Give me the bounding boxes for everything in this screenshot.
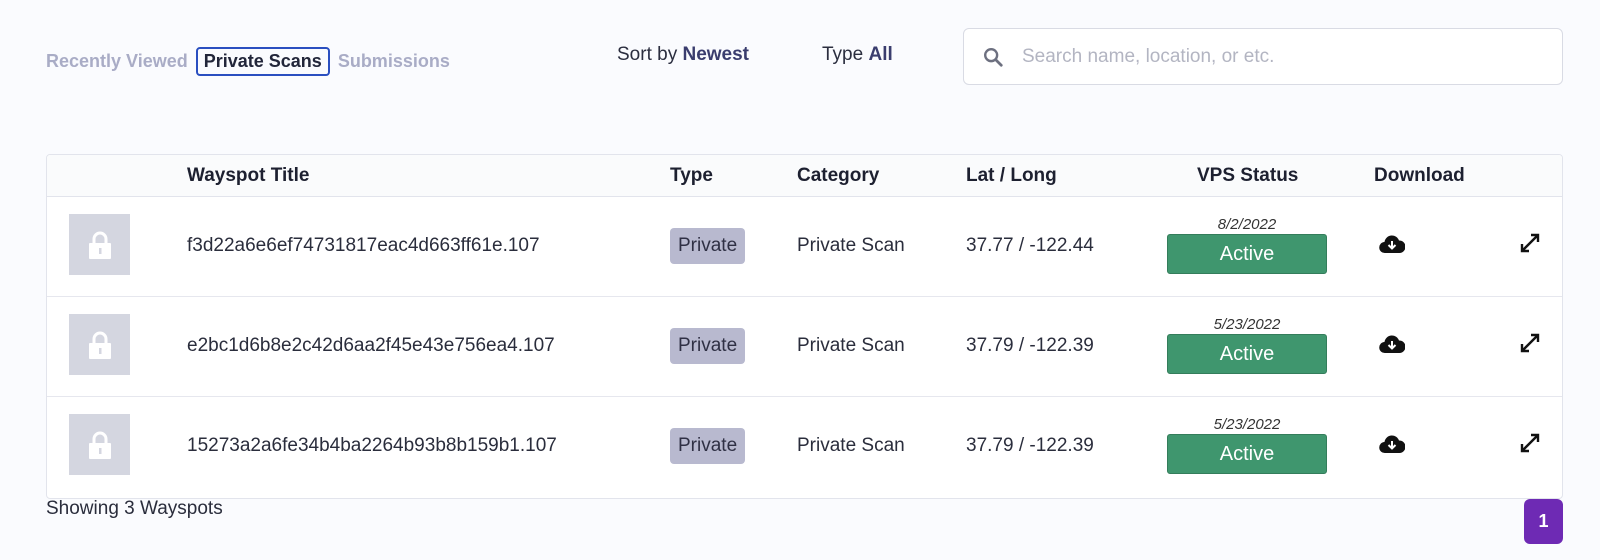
expand-icon[interactable] bbox=[1519, 332, 1541, 354]
sort-prefix: Sort by bbox=[617, 44, 678, 65]
wayspot-table: Wayspot Title Type Category Lat / Long V… bbox=[46, 154, 1563, 499]
search-icon bbox=[984, 47, 1003, 67]
header-type: Type bbox=[670, 165, 713, 186]
category-cell: Private Scan bbox=[797, 335, 905, 356]
wayspot-thumbnail bbox=[69, 214, 130, 275]
table-row[interactable]: f3d22a6e6ef74731817eac4d663ff61e.107 Pri… bbox=[47, 197, 1562, 297]
wayspot-title[interactable]: e2bc1d6b8e2c42d6aa2f45e43e756ea4.107 bbox=[187, 335, 555, 357]
wayspot-thumbnail bbox=[69, 314, 130, 375]
cloud-download-icon[interactable] bbox=[1379, 234, 1405, 254]
table-header: Wayspot Title Type Category Lat / Long V… bbox=[47, 155, 1562, 197]
table-row[interactable]: e2bc1d6b8e2c42d6aa2f45e43e756ea4.107 Pri… bbox=[47, 297, 1562, 397]
cloud-download-icon[interactable] bbox=[1379, 434, 1405, 454]
vps-date: 5/23/2022 bbox=[1213, 416, 1281, 433]
tab-private-scans[interactable]: Private Scans bbox=[195, 47, 330, 76]
vps-status-badge: Active bbox=[1167, 434, 1327, 474]
lock-icon bbox=[88, 431, 111, 459]
results-count: Showing 3 Wayspots bbox=[46, 498, 223, 519]
table-row[interactable]: 15273a2a6fe34b4ba2264b93b8b159b1.107 Pri… bbox=[47, 397, 1562, 497]
expand-icon[interactable] bbox=[1519, 232, 1541, 254]
vps-date: 5/23/2022 bbox=[1213, 316, 1281, 333]
lock-icon bbox=[88, 331, 111, 359]
type-badge: Private bbox=[670, 428, 746, 464]
page-button-1[interactable]: 1 bbox=[1524, 499, 1563, 544]
cloud-download-icon[interactable] bbox=[1379, 334, 1405, 354]
type-filter-dropdown[interactable]: Type All bbox=[822, 44, 893, 66]
search-input[interactable] bbox=[1020, 44, 1540, 69]
vps-status-badge: Active bbox=[1167, 234, 1327, 274]
header-category: Category bbox=[797, 165, 880, 186]
header-vps-status: VPS Status bbox=[1197, 165, 1299, 186]
tab-recently-viewed[interactable]: Recently Viewed bbox=[46, 51, 188, 72]
type-badge: Private bbox=[670, 328, 746, 364]
sort-value: Newest bbox=[682, 44, 750, 65]
lat-long-cell: 37.79 / -122.39 bbox=[966, 435, 1094, 456]
wayspot-title[interactable]: f3d22a6e6ef74731817eac4d663ff61e.107 bbox=[187, 235, 540, 257]
header-download: Download bbox=[1374, 165, 1465, 186]
type-filter-value: All bbox=[868, 44, 893, 65]
expand-icon[interactable] bbox=[1519, 432, 1541, 454]
header-wayspot-title: Wayspot Title bbox=[187, 165, 310, 186]
tab-submissions[interactable]: Submissions bbox=[338, 51, 450, 72]
category-cell: Private Scan bbox=[797, 435, 905, 456]
header-lat-long: Lat / Long bbox=[966, 165, 1057, 186]
type-badge: Private bbox=[670, 228, 746, 264]
lock-icon bbox=[88, 231, 111, 259]
lat-long-cell: 37.77 / -122.44 bbox=[966, 235, 1094, 256]
wayspot-thumbnail bbox=[69, 414, 130, 475]
search-box bbox=[963, 28, 1563, 85]
wayspot-title[interactable]: 15273a2a6fe34b4ba2264b93b8b159b1.107 bbox=[187, 435, 557, 457]
lat-long-cell: 37.79 / -122.39 bbox=[966, 335, 1094, 356]
type-filter-prefix: Type bbox=[822, 44, 864, 65]
view-tabs: Recently Viewed Private Scans Submission… bbox=[46, 47, 450, 76]
category-cell: Private Scan bbox=[797, 235, 905, 256]
vps-status-badge: Active bbox=[1167, 334, 1327, 374]
sort-dropdown[interactable]: Sort by Newest bbox=[617, 44, 749, 66]
vps-date: 8/2/2022 bbox=[1217, 216, 1277, 233]
